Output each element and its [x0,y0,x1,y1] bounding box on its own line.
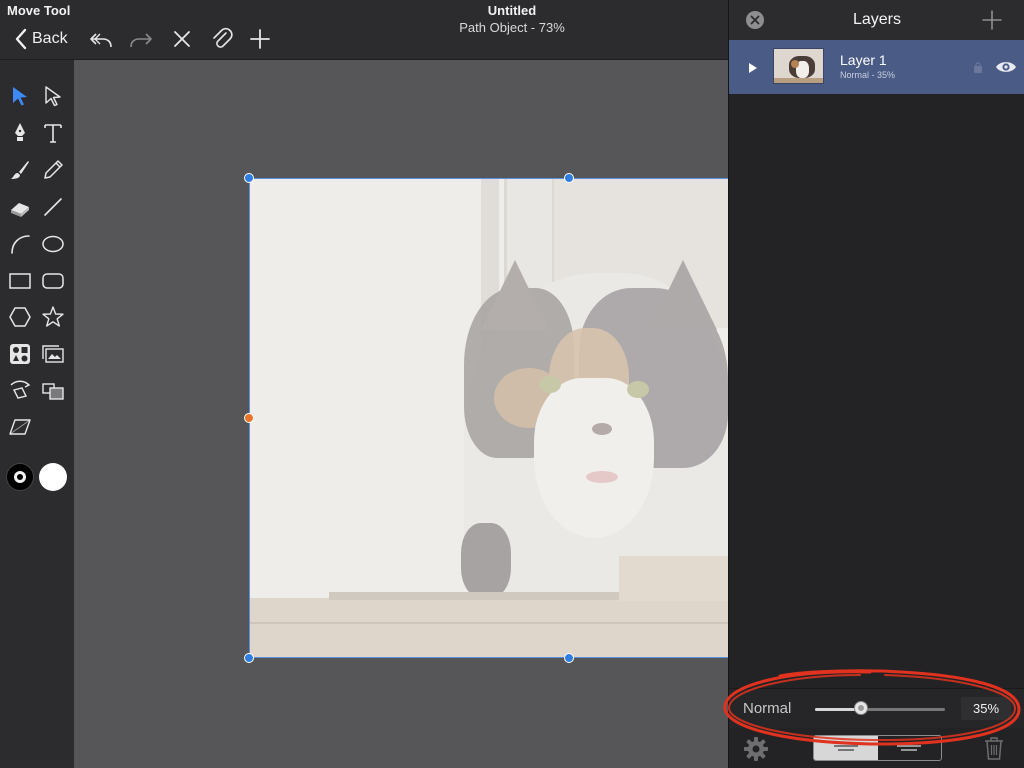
selected-image-object[interactable] [244,173,728,663]
slider-thumb[interactable] [853,701,868,715]
text-icon[interactable] [39,119,67,147]
segment-list-view[interactable] [814,736,878,760]
layers-header: Layers [729,0,1024,40]
layer-row[interactable]: Layer 1 Normal - 35% [729,40,1024,94]
hexagon-icon[interactable] [6,303,34,331]
segment-detail-view[interactable] [878,736,942,760]
star-icon[interactable] [39,303,67,331]
layers-footer [729,728,1024,768]
layer-name: Layer 1 [840,52,887,68]
resize-handle-middle-left[interactable] [244,413,254,423]
layer-view-segmented-control [813,735,942,761]
rectangle-icon[interactable] [6,267,34,295]
ellipse-icon[interactable] [39,230,67,258]
stroke-color-swatch[interactable] [6,463,34,491]
lock-icon[interactable] [973,61,983,74]
arrange-icon[interactable] [39,377,67,405]
layer-thumbnail [773,48,824,84]
canvas[interactable] [74,60,728,768]
transform-icon[interactable] [6,377,34,405]
layer-blend-bar: Normal 35% [729,688,1024,728]
resize-handle-top-left[interactable] [244,173,254,183]
skew-icon[interactable] [6,413,34,441]
rounded-rectangle-icon[interactable] [39,267,67,295]
resize-handle-bottom-middle[interactable] [564,653,574,663]
layers-panel: Layers Layer 1 Normal - 35% Normal 35% [728,0,1024,768]
blend-mode-select[interactable]: Normal [743,700,791,717]
opacity-slider[interactable] [815,701,945,717]
layers-title: Layers [852,11,902,28]
eraser-icon[interactable] [6,193,34,221]
layer-blend-info: Normal - 35% [840,70,896,80]
line-icon[interactable] [39,193,67,221]
tool-palette [0,60,74,768]
arc-icon[interactable] [6,230,34,258]
pencil-icon[interactable] [39,156,67,184]
pen-icon[interactable] [6,119,34,147]
resize-handle-top-middle[interactable] [564,173,574,183]
opacity-value-field[interactable]: 35% [961,697,1011,720]
add-layer-icon[interactable] [981,9,1003,31]
cat-photo-placeholder [249,178,728,658]
resize-handle-bottom-left[interactable] [244,653,254,663]
brush-icon[interactable] [6,156,34,184]
fill-color-swatch[interactable] [39,463,67,491]
select-icon[interactable] [6,82,34,110]
shapes-icon[interactable] [6,340,34,368]
direct-select-icon[interactable] [39,82,67,110]
gear-icon[interactable] [743,736,769,762]
expand-triangle-icon[interactable] [747,61,759,73]
image-stack-icon[interactable] [39,340,67,368]
trash-icon[interactable] [983,735,1005,761]
visibility-eye-icon[interactable] [995,59,1017,75]
